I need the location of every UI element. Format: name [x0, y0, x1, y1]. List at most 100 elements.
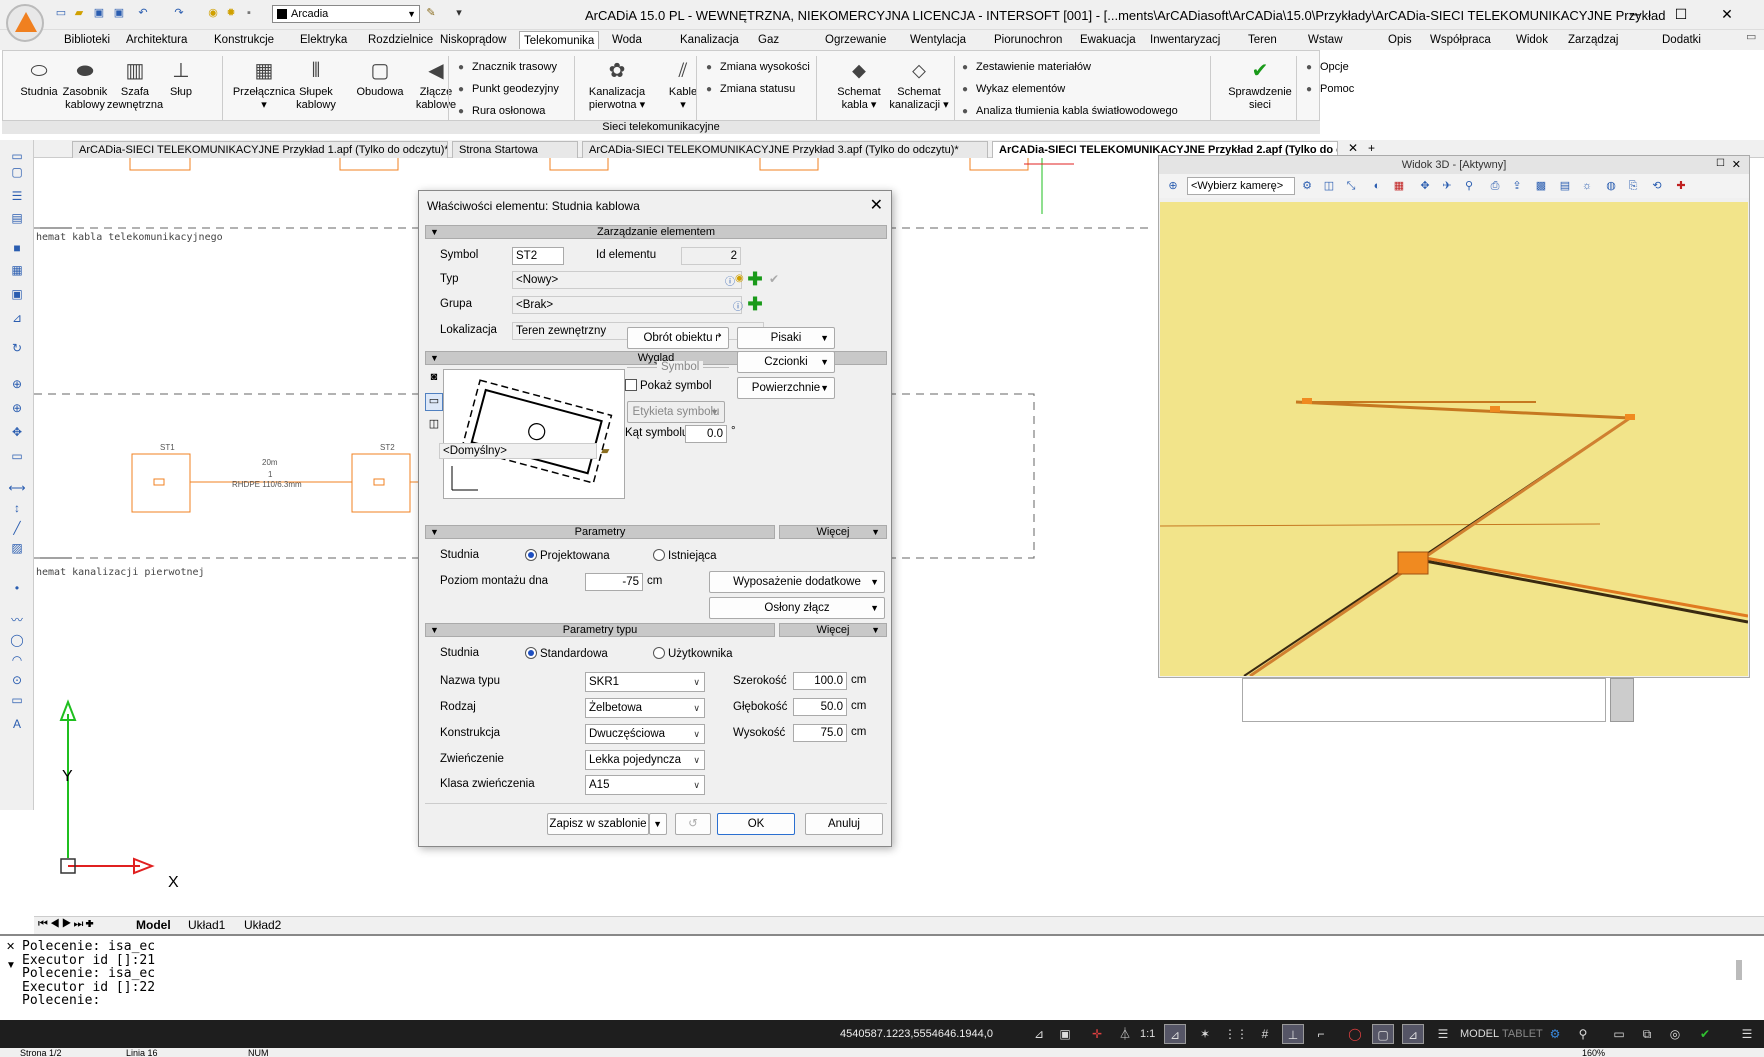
scale-annotation-icon[interactable]: ⏃: [1114, 1024, 1136, 1044]
document-tab-1[interactable]: Strona Startowa: [452, 141, 578, 158]
radio-user[interactable]: Użytkownika: [653, 647, 733, 660]
symbol-angle-input[interactable]: 0.0: [685, 425, 727, 443]
layer-select[interactable]: Arcadia ▼: [272, 5, 420, 23]
polyline-icon[interactable]: 〰: [8, 612, 26, 628]
info-icon[interactable]: ⓘ: [725, 273, 735, 288]
customize-qat-icon[interactable]: ▾: [452, 6, 466, 20]
document-tab-0[interactable]: ArCADia-SIECI TELEKOMUNIKACYJNE Przykład…: [72, 141, 448, 158]
sheet-icon[interactable]: ▤: [8, 210, 26, 226]
kind-select[interactable]: Żelbetowa ∨: [585, 698, 705, 718]
clip-icon[interactable]: ⎘: [1625, 178, 1641, 194]
ribbon-button-pole[interactable]: ⊥ Słup: [150, 58, 212, 99]
ok-status-icon[interactable]: ✔: [1694, 1024, 1716, 1044]
section-header[interactable]: ▼ Parametry typu: [425, 623, 775, 637]
ribbon-small-small1-2[interactable]: ● Rura osłonowa: [458, 102, 545, 120]
type-field[interactable]: <Nowy>: [512, 271, 742, 289]
menu-tab-21[interactable]: Dodatki: [1658, 31, 1705, 49]
ribbon-button-duct-scheme[interactable]: ⬦ Schemat kanalizacji ▾: [886, 58, 952, 112]
command-scrollbar[interactable]: [1736, 960, 1742, 980]
menu-tab-6[interactable]: Telekomunika: [519, 31, 600, 49]
radio-standard[interactable]: Standardowa: [525, 647, 608, 660]
render-icon[interactable]: ◐: [1369, 178, 1385, 194]
zoom-fit-icon[interactable]: ⊙: [8, 672, 26, 688]
vertical-dim-icon[interactable]: ↕: [8, 500, 26, 516]
lock-icon[interactable]: ▪: [242, 6, 256, 20]
hatch-icon[interactable]: ▨: [8, 540, 26, 556]
new-file-icon[interactable]: ▭: [54, 6, 68, 20]
check-icon[interactable]: ✔: [769, 272, 779, 286]
close-icon[interactable]: ✕: [1732, 158, 1741, 171]
clean-screen-icon[interactable]: ◎: [1664, 1024, 1686, 1044]
model-toggle[interactable]: MODEL: [1460, 1028, 1499, 1040]
symbol-label-button[interactable]: Etykieta symbolu ▼: [627, 401, 725, 423]
pens-button[interactable]: Pisaki ▼: [737, 327, 835, 349]
lights-icon[interactable]: ☼: [1579, 178, 1595, 194]
command-window[interactable]: [0, 934, 1764, 1034]
ribbon-small-small2-1[interactable]: ● Zmiana statusu: [706, 80, 795, 98]
ribbon-small-small1-1[interactable]: ● Punkt geodezyjny: [458, 80, 559, 98]
tablet-toggle[interactable]: TABLET: [1502, 1028, 1543, 1040]
layout-tab-układ2[interactable]: Układ2: [244, 918, 281, 932]
camera-icon[interactable]: ◙: [425, 371, 443, 387]
text-icon[interactable]: A: [8, 716, 26, 732]
crosshair-icon[interactable]: ✛: [1086, 1024, 1108, 1044]
menu-tab-16[interactable]: Wstaw: [1304, 31, 1347, 49]
square-icon[interactable]: ▢: [8, 164, 26, 180]
redo-icon[interactable]: ↷: [172, 6, 186, 20]
camera-settings-icon[interactable]: ⚙: [1299, 178, 1315, 194]
lineweight-icon[interactable]: ⊥: [1282, 1024, 1304, 1044]
ruler-icon[interactable]: ⊿: [8, 310, 26, 326]
list-icon[interactable]: ☰: [8, 188, 26, 204]
menu-tab-18[interactable]: Współpraca: [1426, 31, 1495, 49]
more-button[interactable]: Więcej ▼: [779, 525, 887, 539]
monitor-icon[interactable]: ▭: [1608, 1024, 1630, 1044]
node-st2[interactable]: [351, 453, 411, 513]
show-symbol-checkbox[interactable]: Pokaż symbol: [625, 379, 712, 392]
surfaces-button[interactable]: Powierzchnie ▼: [737, 377, 835, 399]
radio-button[interactable]: [653, 549, 665, 561]
close-icon[interactable]: ✕: [870, 195, 883, 215]
height-input[interactable]: 75.0: [793, 724, 847, 742]
rect-icon[interactable]: ▭: [8, 692, 26, 708]
view-3d-icon[interactable]: ⟲: [1649, 178, 1665, 194]
open-file-icon[interactable]: ▰: [72, 6, 86, 20]
grid-icon[interactable]: #: [1254, 1024, 1276, 1044]
frame-icon[interactable]: ▦: [8, 262, 26, 278]
layout-tab-model[interactable]: Model: [136, 918, 171, 932]
ribbon-collapse-icon[interactable]: ▭: [1746, 30, 1762, 48]
menu-tab-5[interactable]: Niskoprądow: [436, 31, 510, 49]
save-template-button[interactable]: Zapisz w szablonie: [547, 813, 649, 835]
symbol-input[interactable]: ST2: [512, 247, 564, 265]
menu-tab-3[interactable]: Elektryka: [296, 31, 351, 49]
walk-icon[interactable]: ⚲: [1461, 178, 1477, 194]
document-tab-2[interactable]: ArCADia-SIECI TELEKOMUNIKACYJNE Przykład…: [582, 141, 988, 158]
export-icon[interactable]: ⇪: [1509, 178, 1525, 194]
menu-tab-4[interactable]: Rozdzielnice: [364, 31, 437, 49]
section-header[interactable]: ▼ Zarządzanie elementem: [425, 225, 887, 239]
type-name-select[interactable]: SKR1 ∨: [585, 672, 705, 692]
cancel-button[interactable]: Anuluj: [805, 813, 883, 835]
menu-tab-19[interactable]: Widok: [1512, 31, 1552, 49]
chevron-down-icon[interactable]: ▼: [6, 960, 16, 971]
app-logo-icon[interactable]: [6, 4, 44, 42]
menu-tab-7[interactable]: Woda: [608, 31, 646, 49]
more-button[interactable]: Więcej ▼: [779, 623, 887, 637]
checkbox[interactable]: [625, 379, 637, 391]
fly-icon[interactable]: ✈: [1439, 178, 1455, 194]
maximize-icon[interactable]: ☐: [1666, 4, 1696, 24]
properties-icon[interactable]: ☰: [1432, 1024, 1454, 1044]
menu-tab-8[interactable]: Kanalizacja: [676, 31, 743, 49]
menu-tab-20[interactable]: Zarządzaj: [1564, 31, 1623, 49]
folder-icon[interactable]: ▰: [601, 444, 609, 457]
menu-tab-9[interactable]: Gaz: [754, 31, 783, 49]
node-st1[interactable]: [131, 453, 191, 513]
ribbon-small-small1-0[interactable]: ● Znacznik trasowy: [458, 58, 557, 76]
cursor-icon[interactable]: ▭: [8, 148, 26, 164]
reset-icon[interactable]: ↺: [675, 813, 711, 835]
extra-equipment-button[interactable]: Wyposażenie dodatkowe ▼: [709, 571, 885, 593]
settings-gear-icon[interactable]: ⚙: [1544, 1024, 1566, 1044]
transparency-icon[interactable]: ▢: [1372, 1024, 1394, 1044]
info-icon[interactable]: ⓘ: [733, 298, 743, 313]
monitor-icon[interactable]: ▭: [8, 448, 26, 464]
camera-select[interactable]: <Wybierz kamerę>: [1187, 177, 1295, 195]
